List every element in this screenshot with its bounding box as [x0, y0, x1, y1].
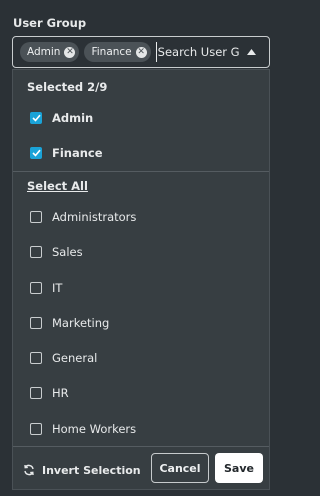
option-label: IT [52, 281, 63, 295]
select-all-link[interactable]: Select All [27, 179, 88, 193]
checkbox[interactable] [30, 387, 42, 399]
user-group-combobox[interactable]: Admin ✕ Finance ✕ [12, 36, 270, 68]
footer-divider [13, 446, 269, 447]
option-hr[interactable]: HR [13, 379, 269, 407]
option-admin[interactable]: Admin [13, 104, 269, 132]
option-label: HR [52, 386, 69, 400]
option-label: Finance [52, 146, 103, 160]
search-input[interactable] [155, 42, 239, 62]
option-finance[interactable]: Finance [13, 139, 269, 167]
option-it[interactable]: IT [13, 274, 269, 302]
close-circle-icon[interactable]: ✕ [64, 46, 76, 58]
checkbox-checked[interactable] [30, 112, 42, 124]
checkbox[interactable] [30, 246, 42, 258]
option-general[interactable]: General [13, 344, 269, 372]
caret-up-icon[interactable] [239, 49, 263, 55]
checkbox[interactable] [30, 352, 42, 364]
checkmark-icon [31, 114, 41, 122]
option-sales[interactable]: Sales [13, 238, 269, 266]
option-marketing[interactable]: Marketing [13, 309, 269, 337]
option-label: Sales [52, 245, 83, 259]
invert-selection-button[interactable]: Invert Selection [23, 460, 141, 480]
chip-admin: Admin ✕ [20, 42, 80, 62]
dropdown-panel: Selected 2/9 Admin Finance Select All Ad… [12, 69, 270, 490]
chip-label: Admin [27, 46, 61, 58]
option-home-workers[interactable]: Home Workers [13, 415, 269, 443]
save-button[interactable]: Save [215, 453, 263, 483]
checkbox[interactable] [30, 282, 42, 294]
option-label: Admin [52, 111, 94, 125]
option-label: General [52, 351, 98, 365]
checkbox[interactable] [30, 423, 42, 435]
selected-count: Selected 2/9 [27, 80, 108, 94]
invert-selection-label: Invert Selection [42, 463, 141, 477]
checkbox[interactable] [30, 211, 42, 223]
divider [13, 171, 269, 172]
field-label: User Group [13, 16, 87, 30]
refresh-icon [24, 464, 34, 476]
option-label: Marketing [52, 316, 110, 330]
chip-finance: Finance ✕ [84, 42, 151, 62]
cancel-button[interactable]: Cancel [151, 453, 209, 483]
checkbox-checked[interactable] [30, 147, 42, 159]
option-label: Administrators [52, 210, 137, 224]
checkbox[interactable] [30, 317, 42, 329]
option-label: Home Workers [52, 422, 137, 436]
option-administrators[interactable]: Administrators [13, 203, 269, 231]
checkmark-icon [31, 149, 41, 157]
close-circle-icon[interactable]: ✕ [135, 46, 147, 58]
chip-label: Finance [91, 46, 132, 58]
